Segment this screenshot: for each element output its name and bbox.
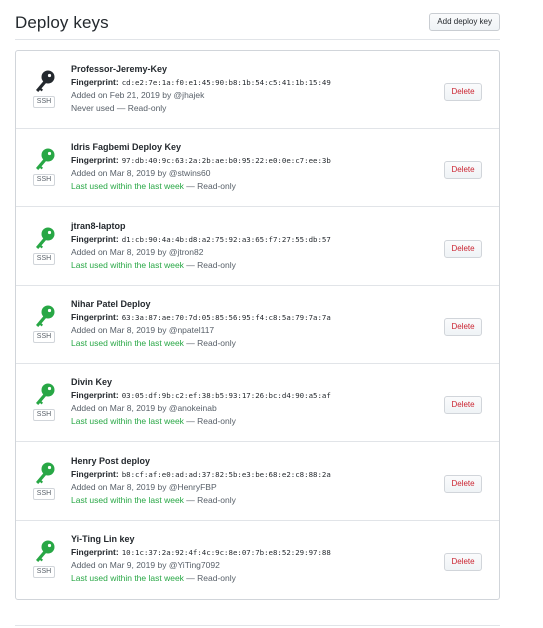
fingerprint-value: 10:1c:37:2a:92:4f:4c:9c:8e:07:7b:e8:52:2… [121,548,331,557]
ssh-badge: SSH [33,566,55,578]
key-info: Nihar Patel Deploy Fingerprint: 63:3a:87:… [71,298,411,350]
deploy-key-row: SSH jtran8-laptop Fingerprint: d1:cb:90:4… [16,208,499,286]
key-info: Professor-Jeremy-Key Fingerprint: cd:e2:7… [71,63,411,115]
key-usage: Last used within the last week — Read-on… [71,415,411,428]
access-level: — Read-only [183,338,236,348]
deploy-keys-list: SSH Professor-Jeremy-Key Fingerprint: cd:… [15,50,500,600]
access-level: — Read-only [183,181,236,191]
fingerprint-label: Fingerprint: [71,390,119,400]
ssh-badge: SSH [33,488,55,500]
access-level: — Read-only [183,495,236,505]
key-fingerprint: Fingerprint: cd:e2:7e:1a:f0:e1:45:90:b8:1… [71,76,411,89]
fingerprint-value: d1:cb:90:4a:4b:d8:a2:75:92:a3:65:f7:27:5… [121,235,331,244]
ssh-badge: SSH [33,96,55,108]
usage-status: Last used within the last week [71,573,184,583]
key-usage: Last used within the last week — Read-on… [71,259,411,272]
key-fingerprint: Fingerprint: b8:cf:af:e0:ad:ad:37:82:5b:e… [71,468,411,481]
key-info: jtran8-laptop Fingerprint: d1:cb:90:4a:4b… [71,220,411,272]
usage-status: Last used within the last week [71,416,184,426]
key-icon [33,382,57,410]
fingerprint-value: b8:cf:af:e0:ad:ad:37:82:5b:e3:be:68:e2:c… [121,470,331,479]
usage-status: Last used within the last week [71,495,184,505]
deploy-key-row: SSH Nihar Patel Deploy Fingerprint: 63:3a… [16,286,499,364]
key-fingerprint: Fingerprint: 63:3a:87:ae:70:7d:05:85:56:9… [71,311,411,324]
fingerprint-label: Fingerprint: [71,77,119,87]
key-icon [33,69,57,97]
key-icon [33,304,57,332]
key-title: Idris Fagbemi Deploy Key [71,142,182,152]
key-usage: Last used within the last week — Read-on… [71,180,411,193]
key-title: Nihar Patel Deploy [71,299,151,309]
key-fingerprint: Fingerprint: 97:db:40:9c:63:2a:2b:ae:b0:9… [71,154,411,167]
key-usage: Last used within the last week — Read-on… [71,494,411,507]
fingerprint-label: Fingerprint: [71,234,119,244]
delete-button[interactable]: Delete [444,396,482,414]
key-usage: Last used within the last week — Read-on… [71,572,411,585]
key-title: Henry Post deploy [71,456,151,466]
fingerprint-label: Fingerprint: [71,155,119,165]
key-fingerprint: Fingerprint: 03:05:df:9b:c2:ef:38:b5:93:1… [71,389,411,402]
key-usage: Last used within the last week — Read-on… [71,337,411,350]
key-added: Added on Feb 21, 2019 by @jhajek [71,90,205,100]
deploy-key-row: SSH Henry Post deploy Fingerprint: b8:cf:… [16,443,499,521]
deploy-key-row: SSH Professor-Jeremy-Key Fingerprint: cd:… [16,51,499,129]
deploy-key-row: SSH Yi-Ting Lin key Fingerprint: 10:1c:37… [16,521,499,599]
key-icon [33,147,57,175]
access-level: — Read-only [183,416,236,426]
access-level: — Read-only [114,103,167,113]
key-info: Henry Post deploy Fingerprint: b8:cf:af:e… [71,455,411,507]
key-added: Added on Mar 8, 2019 by @npatel117 [71,325,215,335]
fingerprint-label: Fingerprint: [71,547,119,557]
deploy-keys-header: Deploy keys Add deploy key [15,10,500,40]
key-added: Added on Mar 8, 2019 by @stwins60 [71,168,211,178]
fingerprint-value: 03:05:df:9b:c2:ef:38:b5:93:17:26:bc:d4:9… [121,391,331,400]
key-fingerprint: Fingerprint: d1:cb:90:4a:4b:d8:a2:75:92:a… [71,233,411,246]
ssh-badge: SSH [33,331,55,343]
usage-status: Last used within the last week [71,338,184,348]
delete-button[interactable]: Delete [444,83,482,101]
bottom-divider [15,625,500,626]
key-usage: Never used — Read-only [71,102,411,115]
key-icon [33,539,57,567]
key-title: Professor-Jeremy-Key [71,64,168,74]
page-title: Deploy keys [15,13,109,32]
key-added: Added on Mar 8, 2019 by @jtron82 [71,247,204,257]
fingerprint-value: cd:e2:7e:1a:f0:e1:45:90:b8:1b:54:c5:41:1… [121,78,331,87]
usage-status: Never used [71,103,115,113]
key-title: Divin Key [71,377,113,387]
key-added: Added on Mar 9, 2019 by @YiTing7092 [71,560,220,570]
add-deploy-key-button[interactable]: Add deploy key [429,13,500,31]
key-title: Yi-Ting Lin key [71,534,135,544]
delete-button[interactable]: Delete [444,475,482,493]
key-info: Idris Fagbemi Deploy Key Fingerprint: 97:… [71,141,411,193]
usage-status: Last used within the last week [71,260,184,270]
access-level: — Read-only [183,260,236,270]
fingerprint-label: Fingerprint: [71,469,119,479]
usage-status: Last used within the last week [71,181,184,191]
access-level: — Read-only [183,573,236,583]
ssh-badge: SSH [33,409,55,421]
deploy-key-row: SSH Idris Fagbemi Deploy Key Fingerprint… [16,129,499,207]
delete-button[interactable]: Delete [444,240,482,258]
key-icon [33,461,57,489]
fingerprint-value: 63:3a:87:ae:70:7d:05:85:56:95:f4:c8:5a:7… [121,313,331,322]
key-added: Added on Mar 8, 2019 by @anokeinab [71,403,217,413]
delete-button[interactable]: Delete [444,161,482,179]
fingerprint-value: 97:db:40:9c:63:2a:2b:ae:b0:95:22:e0:0e:c… [121,156,331,165]
key-info: Divin Key Fingerprint: 03:05:df:9b:c2:ef:… [71,376,411,428]
key-added: Added on Mar 8, 2019 by @HenryFBP [71,482,217,492]
delete-button[interactable]: Delete [444,553,482,571]
key-fingerprint: Fingerprint: 10:1c:37:2a:92:4f:4c:9c:8e:0… [71,546,411,559]
key-title: jtran8-laptop [71,221,126,231]
deploy-key-row: SSH Divin Key Fingerprint: 03:05:df:9b:c2… [16,364,499,442]
delete-button[interactable]: Delete [444,318,482,336]
key-icon [33,226,57,254]
key-info: Yi-Ting Lin key Fingerprint: 10:1c:37:2a:… [71,533,411,585]
ssh-badge: SSH [33,253,55,265]
fingerprint-label: Fingerprint: [71,312,119,322]
ssh-badge: SSH [33,174,55,186]
